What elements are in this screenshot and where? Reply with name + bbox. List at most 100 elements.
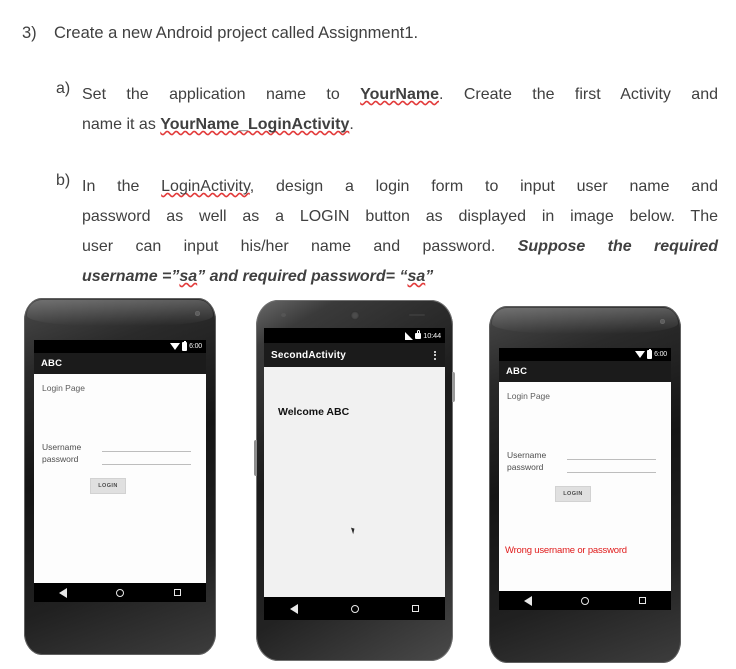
front-camera-icon bbox=[195, 311, 200, 316]
emphasis-yourname: YourName bbox=[360, 86, 439, 103]
app-content: Welcome ABC bbox=[264, 367, 445, 597]
battery-icon bbox=[647, 348, 653, 359]
username-input[interactable] bbox=[567, 449, 656, 460]
lock-icon bbox=[415, 330, 422, 339]
login-button[interactable]: LOGIN bbox=[90, 478, 126, 494]
list-item-b-marker: b) bbox=[56, 172, 71, 189]
status-bar: 10:44 bbox=[264, 328, 445, 343]
back-icon[interactable] bbox=[58, 587, 67, 598]
question-line: 3) Create a new Android project called As… bbox=[22, 24, 712, 43]
home-icon[interactable] bbox=[116, 588, 125, 597]
status-bar: 6:00 bbox=[499, 348, 671, 361]
question-text: Create a new Android project called Assi… bbox=[54, 24, 419, 42]
list-item-a-body: Set the application name to YourName. Cr… bbox=[82, 80, 718, 140]
recents-icon[interactable] bbox=[639, 597, 647, 604]
phone-mockups-row: 6:00 ABC Login Page Username password LO… bbox=[0, 292, 736, 669]
app-title: ABC bbox=[506, 366, 528, 377]
back-icon[interactable] bbox=[290, 603, 299, 614]
password-input[interactable] bbox=[567, 461, 656, 473]
action-bar: ABC bbox=[34, 353, 206, 374]
login-button[interactable]: LOGIN bbox=[555, 486, 591, 502]
home-icon[interactable] bbox=[581, 596, 590, 605]
list-item-a-line2: name it as YourName_LoginActivity. bbox=[82, 110, 718, 140]
phone-login: 6:00 ABC Login Page Username password LO… bbox=[24, 298, 216, 655]
status-icons bbox=[635, 348, 653, 359]
action-bar: ABC bbox=[499, 361, 671, 382]
password-input[interactable] bbox=[102, 453, 191, 465]
earpiece-speaker-icon bbox=[350, 311, 359, 320]
emphasis-yourname-loginactivity: YourName_LoginActivity bbox=[160, 116, 350, 133]
phone-second-activity-screen: 10:44 SecondActivity Welcome ABC bbox=[264, 328, 445, 620]
bezel-glare bbox=[492, 308, 678, 334]
phone-second-activity: 10:44 SecondActivity Welcome ABC bbox=[254, 300, 455, 661]
back-icon[interactable] bbox=[523, 595, 532, 606]
list-item-a-line1: Set the application name to YourName. Cr… bbox=[82, 80, 718, 110]
navigation-bar bbox=[264, 597, 445, 620]
password-label: password bbox=[42, 454, 79, 464]
text-run: ” bbox=[425, 268, 434, 285]
username-input[interactable] bbox=[102, 441, 191, 452]
emphasis-suppose-required: Suppose the required bbox=[517, 238, 718, 255]
text-run: . bbox=[349, 116, 354, 133]
navigation-bar bbox=[499, 591, 671, 610]
list-item-a-marker: a) bbox=[56, 80, 71, 97]
question-marker: 3) bbox=[22, 24, 37, 42]
action-bar: SecondActivity bbox=[264, 343, 445, 367]
error-message: Wrong username or password bbox=[505, 545, 627, 556]
list-item-b-line3: user can input his/her name and password… bbox=[82, 232, 718, 262]
front-camera-icon bbox=[281, 313, 286, 317]
phone-login-screen: 6:00 ABC Login Page Username password LO… bbox=[34, 340, 206, 602]
overflow-menu-icon[interactable] bbox=[434, 350, 438, 360]
app-title: ABC bbox=[41, 358, 63, 369]
credential-password-value: sa bbox=[407, 268, 426, 285]
power-button[interactable] bbox=[452, 372, 455, 402]
app-content: Login Page Username password LOGIN bbox=[34, 374, 206, 583]
app-content: Login Page Username password LOGIN Wrong… bbox=[499, 382, 671, 591]
status-icons bbox=[170, 340, 188, 351]
status-time: 10:44 bbox=[423, 330, 441, 340]
welcome-message: Welcome ABC bbox=[278, 406, 350, 418]
proximity-sensor-icon bbox=[409, 314, 425, 316]
username-row[interactable]: Username bbox=[507, 449, 656, 461]
status-icons bbox=[405, 330, 422, 340]
status-bar: 6:00 bbox=[34, 340, 206, 353]
text-run: In the bbox=[82, 178, 162, 195]
phone-login-error-screen: 6:00 ABC Login Page Username password LO… bbox=[499, 348, 671, 610]
list-item-b-line1: In the LoginActivity, design a login for… bbox=[82, 172, 718, 202]
wifi-icon bbox=[635, 351, 646, 358]
list-item-b-line2: password as well as a LOGIN button as di… bbox=[82, 208, 718, 225]
term-loginactivity: LoginActivity bbox=[161, 178, 250, 195]
text-run: ” and required password= “ bbox=[197, 268, 408, 285]
bezel-glare bbox=[27, 300, 213, 326]
credential-username-value: sa bbox=[179, 268, 198, 285]
text-run: user can input his/her name and password… bbox=[82, 238, 518, 255]
password-row[interactable]: password bbox=[42, 453, 191, 465]
password-row[interactable]: password bbox=[507, 461, 656, 473]
list-item-b-body: In the LoginActivity, design a login for… bbox=[82, 172, 718, 292]
wifi-icon bbox=[170, 343, 181, 350]
status-time: 6:00 bbox=[189, 343, 202, 350]
phone-login-error: 6:00 ABC Login Page Username password LO… bbox=[489, 306, 681, 663]
username-row[interactable]: Username bbox=[42, 441, 191, 453]
home-icon[interactable] bbox=[350, 604, 359, 613]
password-label: password bbox=[507, 462, 544, 472]
app-title: SecondActivity bbox=[271, 349, 347, 361]
volume-button[interactable] bbox=[254, 440, 257, 476]
text-run: Set the application name to bbox=[82, 86, 361, 103]
navigation-bar bbox=[34, 583, 206, 602]
text-run: name it as bbox=[82, 116, 161, 133]
text-run: . Create the first Activity and bbox=[439, 86, 718, 103]
login-page-label: Login Page bbox=[42, 383, 86, 393]
list-item-b: b) In the LoginActivity, design a login … bbox=[56, 172, 718, 292]
recents-icon[interactable] bbox=[174, 589, 182, 596]
username-label: Username bbox=[42, 442, 82, 452]
battery-icon bbox=[182, 340, 188, 351]
list-item-a: a) Set the application name to YourName.… bbox=[56, 80, 718, 140]
front-camera-icon bbox=[660, 319, 665, 324]
recents-icon[interactable] bbox=[411, 605, 419, 612]
username-label: Username bbox=[507, 450, 547, 460]
text-run: username =” bbox=[82, 268, 180, 285]
login-page-label: Login Page bbox=[507, 391, 551, 401]
status-time: 6:00 bbox=[654, 351, 667, 358]
list-item-b-line4: username =”sa” and required password= “s… bbox=[82, 262, 718, 292]
